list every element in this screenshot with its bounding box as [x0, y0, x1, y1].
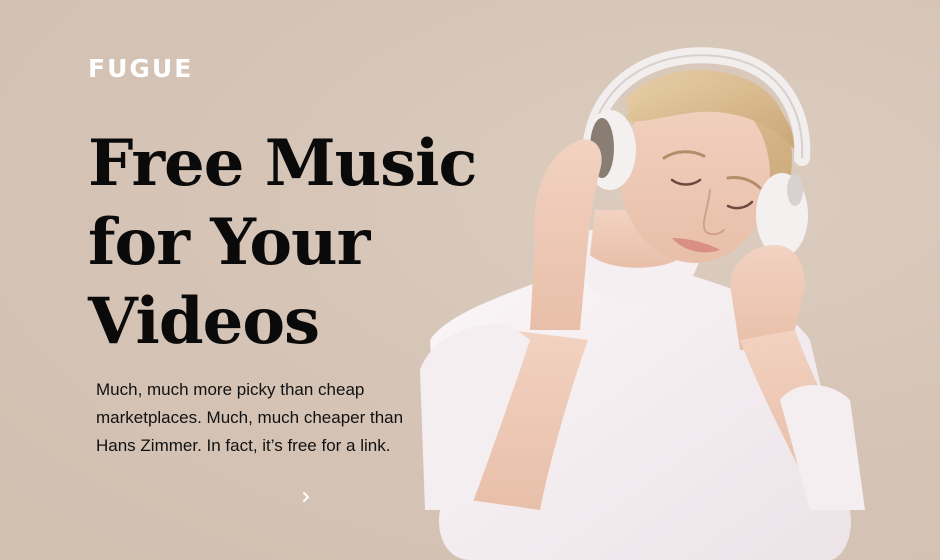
hero-section: FUGUE Free Music for Your Videos Much, m… — [0, 0, 940, 560]
next-slide-button[interactable] — [296, 486, 316, 508]
hero-description: Much, much more picky than cheap marketp… — [96, 376, 441, 460]
description-line-1: Much, much more picky than cheap — [96, 380, 365, 399]
description-line-3: Hans Zimmer. In fact, it’s free for a li… — [96, 436, 391, 455]
fugue-logo[interactable]: FUGUE — [88, 54, 193, 84]
woman-with-headphones-image — [420, 47, 865, 560]
chevron-right-icon — [301, 491, 311, 503]
description-line-2: marketplaces. Much, much cheaper than — [96, 408, 404, 427]
